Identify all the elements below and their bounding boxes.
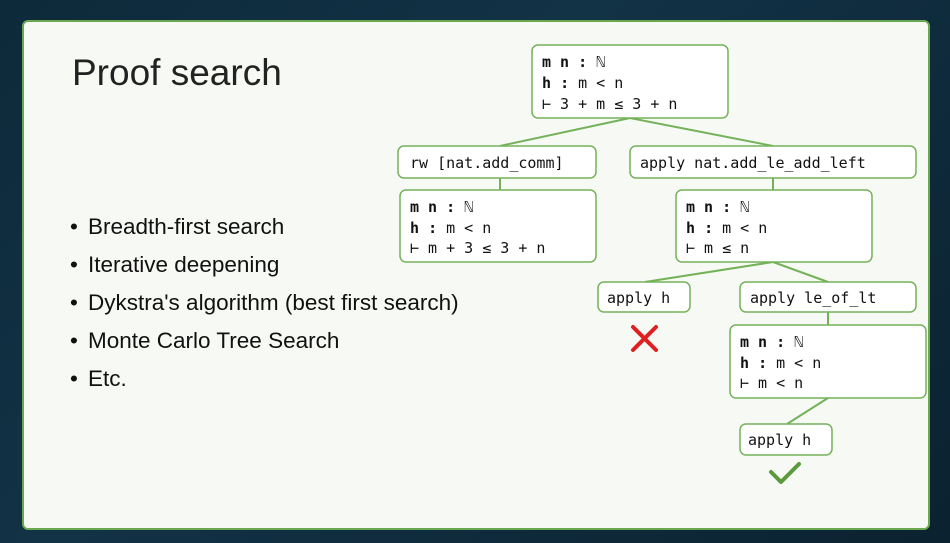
goal-hyp-name: h <box>410 219 419 237</box>
edge-root-to-rw <box>499 117 631 147</box>
goal-hyp: m < n <box>446 219 491 237</box>
edge-root-to-apply-add <box>629 117 774 147</box>
svg-text:h : m < n: h : m < n <box>740 354 821 372</box>
goal-node-after-apply-add: m n : ℕ h : m < n ⊢ m ≤ n <box>675 189 873 263</box>
goal-target: ⊢ 3 + m ≤ 3 + n <box>542 95 677 113</box>
tactic-node-apply-h-success: apply h <box>739 423 833 456</box>
goal-hyp: m < n <box>578 74 623 92</box>
proof-search-tree: m n : ℕ h : m < n ⊢ 3 + m ≤ 3 + n rw [na… <box>397 44 927 484</box>
cross-icon <box>631 325 658 352</box>
goal-vars: m n <box>410 198 437 216</box>
goal-vars-type: ℕ <box>740 198 749 216</box>
goal-vars-type: ℕ <box>794 333 803 351</box>
goal-node-root: m n : ℕ h : m < n ⊢ 3 + m ≤ 3 + n <box>531 44 729 119</box>
goal-vars: m n <box>542 53 569 71</box>
goal-vars-type: ℕ <box>596 53 605 71</box>
goal-target: ⊢ m < n <box>740 374 803 392</box>
goal-hyp: m < n <box>776 354 821 372</box>
tactic-label: apply nat.add_le_add_left <box>640 154 866 172</box>
tactic-label: apply h <box>748 431 811 449</box>
edge-goal-to-apply-h <box>644 261 774 283</box>
goal-hyp-name: h <box>686 219 695 237</box>
goal-hyp-name: h <box>542 74 551 92</box>
svg-text:h : m < n: h : m < n <box>542 74 623 92</box>
svg-text:h : m < n: h : m < n <box>686 219 767 237</box>
tactic-node-apply-le-of-lt: apply le_of_lt <box>739 281 917 313</box>
tactic-label: apply le_of_lt <box>750 289 876 307</box>
goal-node-after-le-of-lt: m n : ℕ h : m < n ⊢ m < n <box>729 324 927 399</box>
goal-vars: m n <box>740 333 767 351</box>
tactic-label: apply h <box>607 289 670 307</box>
tactic-label: rw [nat.add_comm] <box>410 154 564 172</box>
goal-hyp: m < n <box>722 219 767 237</box>
checkmark-icon <box>769 462 801 484</box>
svg-text:m n : ℕ: m n : ℕ <box>740 333 803 351</box>
goal-vars: m n <box>686 198 713 216</box>
edge-goal-to-apply-h-success <box>786 397 829 425</box>
goal-target: ⊢ m ≤ n <box>686 239 749 257</box>
tactic-node-apply-add-le-add-left: apply nat.add_le_add_left <box>629 145 917 179</box>
svg-text:m n : ℕ: m n : ℕ <box>542 53 605 71</box>
tactic-node-rw: rw [nat.add_comm] <box>397 145 597 179</box>
svg-text:m n : ℕ: m n : ℕ <box>686 198 749 216</box>
tactic-node-apply-h-fail: apply h <box>597 281 691 313</box>
goal-target: ⊢ m + 3 ≤ 3 + n <box>410 239 545 257</box>
svg-text:h : m < n: h : m < n <box>410 219 491 237</box>
svg-text:m n : ℕ: m n : ℕ <box>410 198 473 216</box>
goal-node-after-rw: m n : ℕ h : m < n ⊢ m + 3 ≤ 3 + n <box>399 189 597 263</box>
edge-goal-to-le-of-lt <box>772 261 829 283</box>
goal-vars-type: ℕ <box>464 198 473 216</box>
goal-hyp-name: h <box>740 354 749 372</box>
